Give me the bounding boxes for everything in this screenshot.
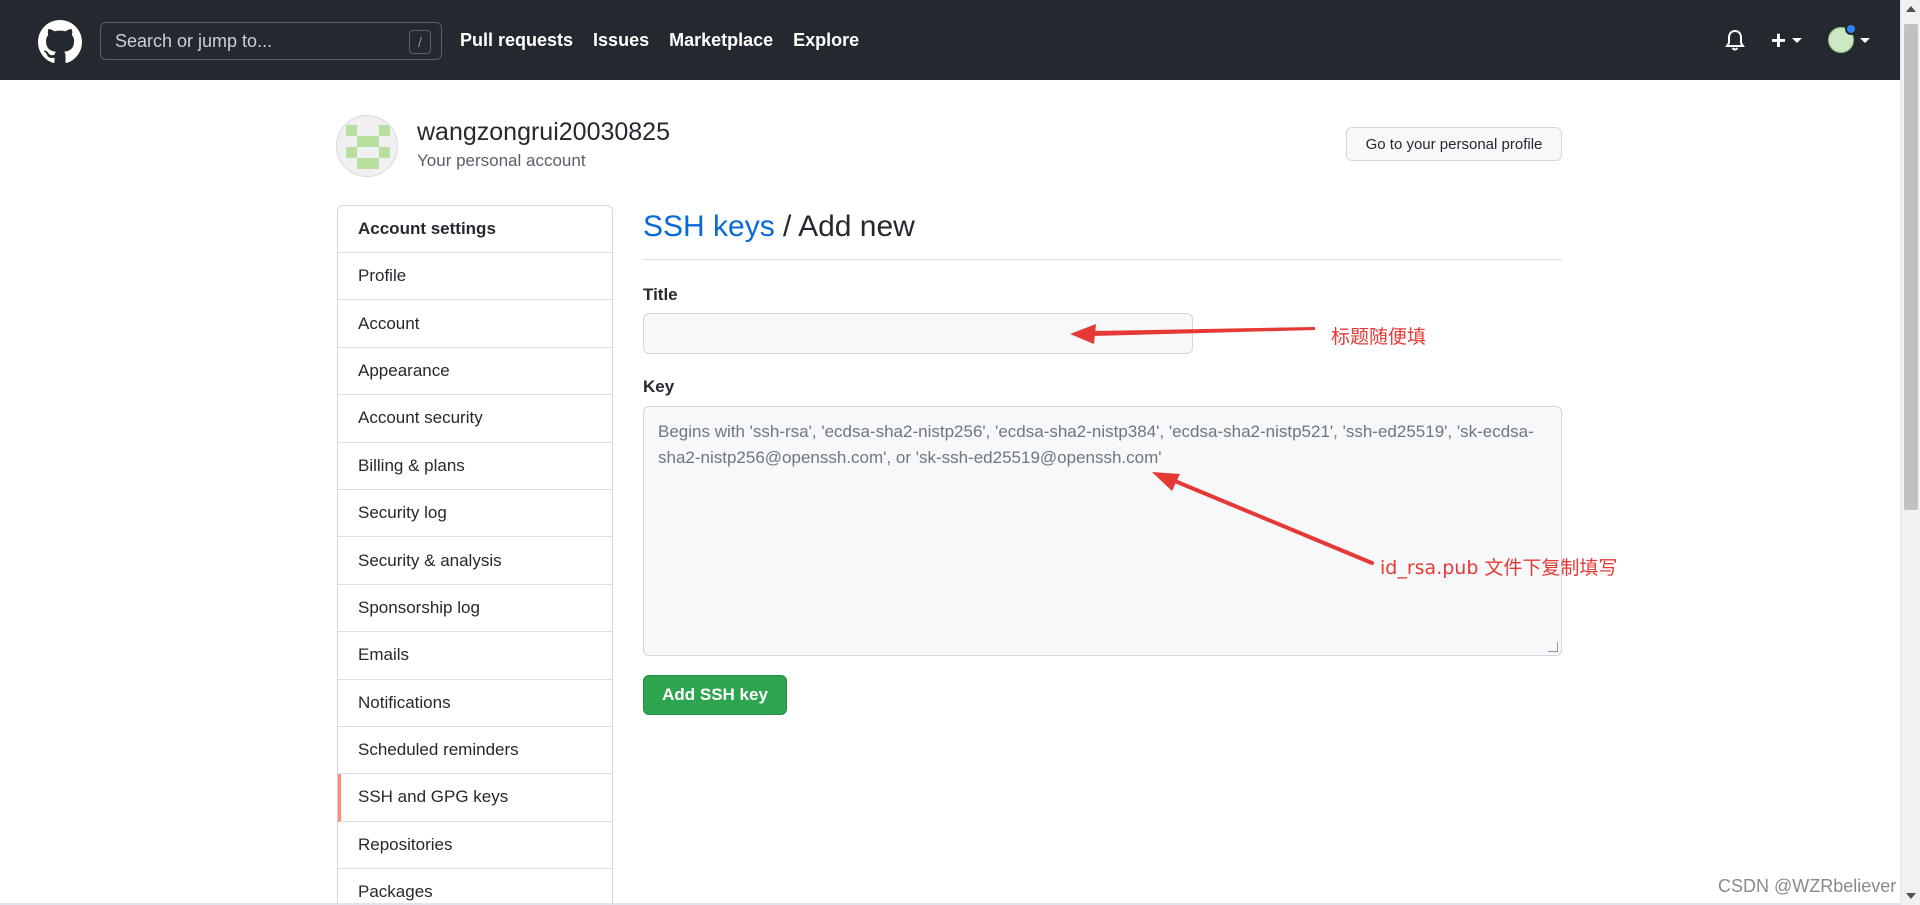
user-avatar[interactable] xyxy=(336,115,398,177)
chevron-down-icon xyxy=(1860,37,1870,43)
key-placeholder: Begins with 'ssh-rsa', 'ecdsa-sha2-nistp… xyxy=(658,422,1534,467)
search-shortcut-key: / xyxy=(409,30,431,54)
github-logo-icon[interactable] xyxy=(38,20,82,64)
notification-dot-icon xyxy=(1845,23,1857,35)
title-divider xyxy=(643,259,1562,260)
nav-explore[interactable]: Explore xyxy=(793,30,859,51)
scroll-thumb[interactable] xyxy=(1904,24,1918,510)
sidebar-heading: Account settings xyxy=(338,206,612,253)
sidebar-item-account[interactable]: Account xyxy=(338,300,612,348)
user-menu[interactable] xyxy=(1828,23,1870,53)
sidebar-item-emails[interactable]: Emails xyxy=(338,632,612,680)
title-label: Title xyxy=(643,285,678,304)
account-username: wangzongrui20030825 xyxy=(417,118,670,146)
sidebar-item-notifications[interactable]: Notifications xyxy=(338,680,612,727)
sidebar-item-ssh-gpg-keys[interactable]: SSH and GPG keys xyxy=(338,774,612,822)
create-new-menu[interactable]: + xyxy=(1770,25,1802,55)
page-title-suffix: / Add new xyxy=(774,210,915,243)
ssh-keys-breadcrumb-link[interactable]: SSH keys xyxy=(643,210,775,243)
title-field[interactable] xyxy=(643,313,1193,354)
sidebar-item-profile[interactable]: Profile xyxy=(338,253,612,301)
page-title: SSH keys / Add new xyxy=(643,210,915,244)
plus-icon: + xyxy=(1770,25,1786,55)
nav-pull-requests[interactable]: Pull requests xyxy=(460,30,573,51)
personal-profile-button[interactable]: Go to your personal profile xyxy=(1346,127,1562,161)
watermark: CSDN @WZRbeliever xyxy=(1718,876,1897,896)
resize-handle-icon[interactable] xyxy=(1548,642,1558,652)
scroll-up-icon[interactable] xyxy=(1906,6,1916,12)
search-input[interactable]: Search or jump to... / xyxy=(100,22,442,60)
account-subtitle: Your personal account xyxy=(417,151,586,170)
top-navbar: Search or jump to... / Pull requests Iss… xyxy=(0,0,1900,80)
title-annotation: 标题随便填 xyxy=(1331,326,1427,348)
sidebar-item-appearance[interactable]: Appearance xyxy=(338,348,612,396)
identicon-icon xyxy=(337,116,397,176)
settings-sidebar: Account settings Profile Account Appeara… xyxy=(337,205,613,905)
sidebar-item-packages[interactable]: Packages xyxy=(338,869,612,905)
sidebar-item-security-log[interactable]: Security log xyxy=(338,490,612,538)
add-ssh-key-button[interactable]: Add SSH key xyxy=(643,675,787,715)
header-actions: + xyxy=(1724,0,1870,80)
bell-icon[interactable] xyxy=(1724,29,1745,51)
sidebar-item-billing[interactable]: Billing & plans xyxy=(338,443,612,490)
sidebar-item-account-security[interactable]: Account security xyxy=(338,395,612,443)
sidebar-item-security-analysis[interactable]: Security & analysis xyxy=(338,537,612,585)
key-textarea[interactable]: Begins with 'ssh-rsa', 'ecdsa-sha2-nistp… xyxy=(643,406,1562,656)
search-placeholder: Search or jump to... xyxy=(115,30,273,51)
primary-nav: Pull requests Issues Marketplace Explore xyxy=(460,0,859,80)
scroll-down-icon[interactable] xyxy=(1906,893,1916,899)
nav-marketplace[interactable]: Marketplace xyxy=(669,30,773,51)
sidebar-item-repositories[interactable]: Repositories xyxy=(338,822,612,870)
sidebar-item-scheduled-reminders[interactable]: Scheduled reminders xyxy=(338,727,612,775)
key-annotation: id_rsa.pub 文件下复制填写 xyxy=(1380,557,1618,579)
sidebar-item-sponsorship-log[interactable]: Sponsorship log xyxy=(338,585,612,633)
key-label: Key xyxy=(643,377,675,396)
nav-issues[interactable]: Issues xyxy=(593,30,649,51)
chevron-down-icon xyxy=(1792,37,1802,43)
page-scrollbar[interactable] xyxy=(1900,0,1920,905)
avatar xyxy=(1828,23,1857,53)
